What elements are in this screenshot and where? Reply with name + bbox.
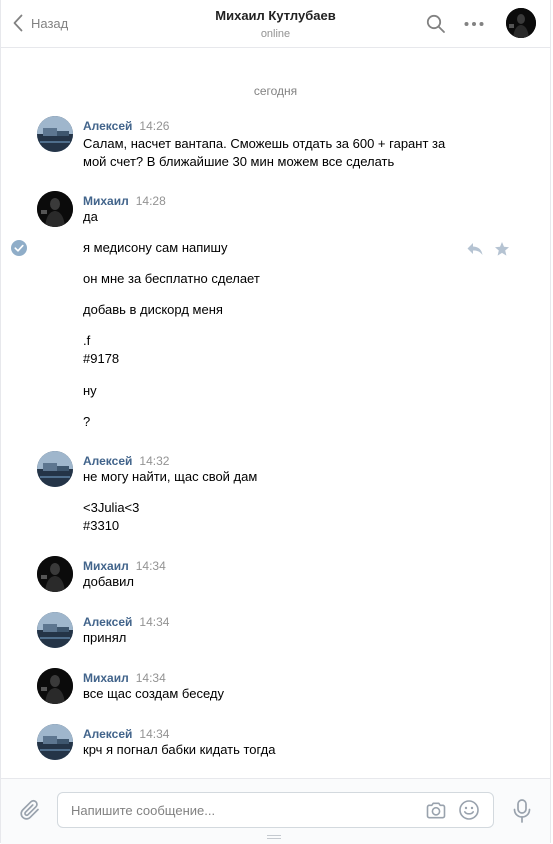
back-label: Назад xyxy=(31,15,69,31)
message-text: #3310 xyxy=(83,518,120,533)
composer-resize-handle[interactable] xyxy=(267,835,281,839)
date-separator: сегодня xyxy=(253,84,298,98)
more-button[interactable] xyxy=(463,13,485,35)
message-text: да xyxy=(83,209,98,224)
chat-title[interactable]: Михаил Кутлубаев xyxy=(215,7,335,24)
author-name[interactable]: Михаил xyxy=(83,194,129,208)
attach-button[interactable] xyxy=(19,798,43,822)
avatar[interactable] xyxy=(37,612,73,648)
avatar[interactable] xyxy=(37,724,73,760)
avatar[interactable] xyxy=(37,556,73,592)
mikhail-photo-icon xyxy=(37,191,73,227)
avatar[interactable] xyxy=(37,191,73,227)
avatar[interactable] xyxy=(37,668,73,704)
message-author[interactable]: Алексей 14:34 xyxy=(83,615,169,629)
message-time[interactable]: 14:34 xyxy=(136,559,166,573)
message-text: не могу найти, щас свой дам xyxy=(83,469,258,484)
avatar[interactable] xyxy=(37,116,73,152)
message-author[interactable]: Алексей 14:26 xyxy=(83,119,169,133)
message-time[interactable]: 14:34 xyxy=(139,615,169,629)
message-text: добавил xyxy=(83,574,134,589)
message-text: ну xyxy=(83,383,97,398)
contact-photo-icon xyxy=(506,8,536,38)
message-text: мой счет? В ближайшие 30 мин можем все с… xyxy=(83,154,395,169)
paperclip-icon xyxy=(20,799,39,820)
author-name[interactable]: Михаил xyxy=(83,671,129,685)
voice-message-button[interactable] xyxy=(511,798,533,824)
message-composer xyxy=(1,778,550,844)
alexey-photo-icon xyxy=(37,612,73,648)
message-author[interactable]: Михаил 14:34 xyxy=(83,671,166,685)
favorite-button[interactable] xyxy=(494,241,510,257)
mikhail-photo-icon xyxy=(37,668,73,704)
avatar[interactable] xyxy=(37,451,73,487)
contact-avatar[interactable] xyxy=(506,8,536,38)
author-name[interactable]: Алексей xyxy=(83,615,132,629)
more-dots-icon xyxy=(464,22,484,26)
message-author[interactable]: Михаил 14:34 xyxy=(83,559,166,573)
mikhail-photo-icon xyxy=(37,556,73,592)
chat-window: Назад Михаил Кутлубаев online сегодня Ал… xyxy=(0,0,551,844)
message-text: .f xyxy=(83,333,91,348)
message-time[interactable]: 14:26 xyxy=(139,119,169,133)
message-time[interactable]: 14:34 xyxy=(136,671,166,685)
reply-button[interactable] xyxy=(466,241,484,257)
alexey-photo-icon xyxy=(37,724,73,760)
message-text: он мне за бесплатно сделает xyxy=(83,271,260,286)
alexey-photo-icon xyxy=(37,116,73,152)
message-author[interactable]: Михаил 14:28 xyxy=(83,194,166,208)
alexey-photo-icon xyxy=(37,451,73,487)
search-icon xyxy=(426,14,445,33)
message-text: добавь в дискорд меня xyxy=(83,302,223,317)
message-time[interactable]: 14:28 xyxy=(136,194,166,208)
message-text: Салам, насчет вантапа. Сможешь отдать за… xyxy=(83,136,446,151)
emoji-button[interactable] xyxy=(458,799,480,821)
message-text: принял xyxy=(83,630,127,645)
author-name[interactable]: Михаил xyxy=(83,559,129,573)
message-time[interactable]: 14:34 xyxy=(139,727,169,741)
back-button[interactable]: Назад xyxy=(13,12,68,34)
message-author[interactable]: Алексей 14:32 xyxy=(83,454,169,468)
chevron-left-icon xyxy=(13,14,23,32)
star-icon xyxy=(495,242,509,256)
microphone-icon xyxy=(513,799,531,823)
chat-header: Назад Михаил Кутлубаев online xyxy=(1,0,550,48)
smile-icon xyxy=(459,800,479,820)
author-name[interactable]: Алексей xyxy=(83,119,132,133)
camera-button[interactable] xyxy=(425,800,447,822)
message-text: <3Julia<3 xyxy=(83,500,140,515)
author-name[interactable]: Алексей xyxy=(83,727,132,741)
message-selected-check[interactable] xyxy=(11,240,27,256)
message-text: крч я погнал бабки кидать тогда xyxy=(83,742,276,757)
author-name[interactable]: Алексей xyxy=(83,454,132,468)
message-author[interactable]: Алексей 14:34 xyxy=(83,727,169,741)
reply-icon xyxy=(467,243,483,255)
message-input[interactable] xyxy=(71,793,411,827)
search-button[interactable] xyxy=(425,13,447,35)
message-text: ? xyxy=(83,414,91,429)
message-text: #9178 xyxy=(83,351,120,366)
message-input-box xyxy=(57,792,494,828)
message-text: я медисону сам напишу xyxy=(83,240,228,255)
camera-icon xyxy=(426,802,446,819)
check-circle-icon xyxy=(11,240,27,256)
message-feed[interactable]: сегодня Алексей 14:26 Салам, насчет ванта… xyxy=(1,48,550,777)
message-time[interactable]: 14:32 xyxy=(139,454,169,468)
message-text: все щас создам беседу xyxy=(83,686,224,701)
